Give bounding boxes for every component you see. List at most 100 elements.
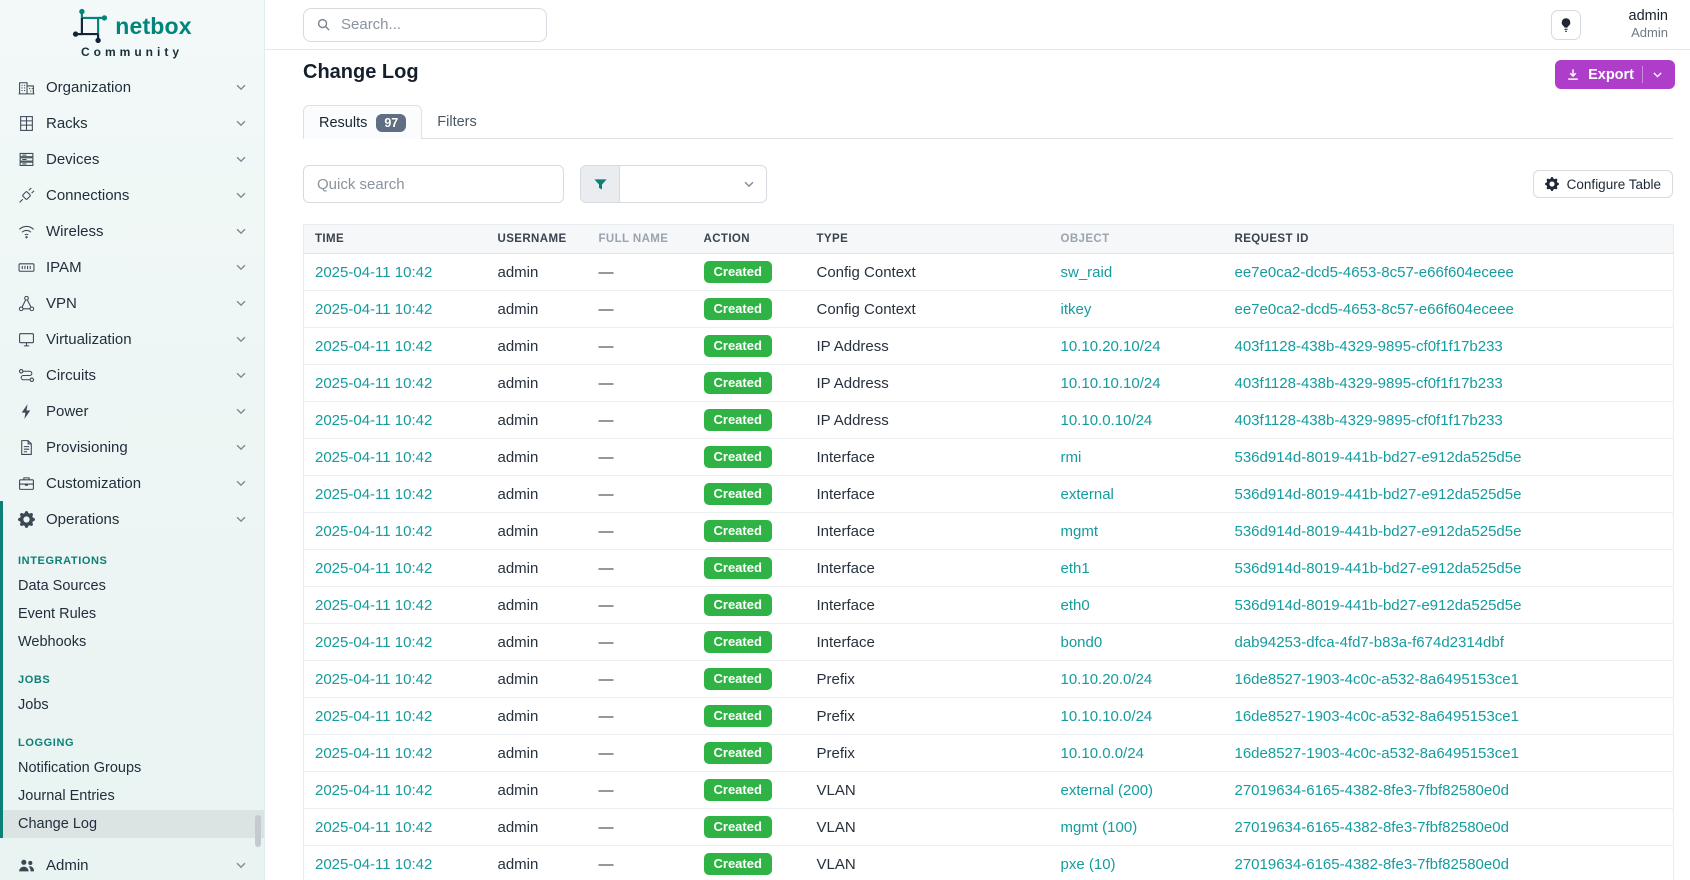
object-link[interactable]: sw_raid [1061, 264, 1113, 281]
sidebar-item-connections[interactable]: Connections [0, 177, 264, 213]
sidebar-item-devices[interactable]: Devices [0, 141, 264, 177]
sidebar-item-admin[interactable]: Admin [0, 847, 264, 880]
object-link[interactable]: 10.10.10.0/24 [1061, 708, 1153, 725]
time-link[interactable]: 2025-04-11 10:42 [315, 634, 432, 651]
time-link[interactable]: 2025-04-11 10:42 [315, 782, 432, 799]
object-link[interactable]: external [1061, 486, 1114, 503]
column-header-request-id[interactable]: REQUEST ID [1224, 225, 1674, 254]
request-id-link[interactable]: 403f1128-438b-4329-9895-cf0f1f17b233 [1235, 375, 1503, 392]
sidebar-item-change-log[interactable]: Change Log [3, 810, 264, 838]
time-link[interactable]: 2025-04-11 10:42 [315, 708, 432, 725]
time-link[interactable]: 2025-04-11 10:42 [315, 819, 432, 836]
time-link[interactable]: 2025-04-11 10:42 [315, 449, 432, 466]
sidebar-item-event-rules[interactable]: Event Rules [3, 600, 264, 628]
column-header-action[interactable]: ACTION [693, 225, 806, 254]
user-menu[interactable]: admin Admin [1629, 8, 1669, 40]
sidebar-item-organization[interactable]: Organization [0, 69, 264, 105]
time-link[interactable]: 2025-04-11 10:42 [315, 338, 432, 355]
column-header-type[interactable]: TYPE [806, 225, 1050, 254]
created-badge: Created [704, 446, 772, 468]
object-link[interactable]: 10.10.10.10/24 [1061, 375, 1161, 392]
request-id-link[interactable]: 27019634-6165-4382-8fe3-7fbf82580e0d [1235, 819, 1509, 836]
time-link[interactable]: 2025-04-11 10:42 [315, 523, 432, 540]
export-button[interactable]: Export [1555, 60, 1675, 89]
sidebar-item-data-sources[interactable]: Data Sources [3, 572, 264, 600]
sidebar-item-circuits[interactable]: Circuits [0, 357, 264, 393]
column-header-username[interactable]: USERNAME [487, 225, 588, 254]
time-link[interactable]: 2025-04-11 10:42 [315, 671, 432, 688]
tab-filters[interactable]: Filters [422, 105, 491, 138]
object-link[interactable]: mgmt [1061, 523, 1099, 540]
request-id-link[interactable]: 27019634-6165-4382-8fe3-7fbf82580e0d [1235, 856, 1509, 873]
filter-funnel-button[interactable] [581, 166, 620, 202]
request-id-link[interactable]: ee7e0ca2-dcd5-4653-8c57-e66f604eceee [1235, 264, 1514, 281]
object-link[interactable]: eth1 [1061, 560, 1090, 577]
object-link[interactable]: 10.10.0.10/24 [1061, 412, 1153, 429]
object-link[interactable]: pxe (10) [1061, 856, 1116, 873]
created-badge-cell: Created [693, 476, 806, 513]
object-link[interactable]: 10.10.20.0/24 [1061, 671, 1153, 688]
table-row: 2025-04-11 10:42admin—CreatedIP Address1… [304, 328, 1674, 365]
chevron-down-icon [234, 476, 248, 490]
global-search-input[interactable] [341, 16, 534, 33]
request-id-link[interactable]: 536d914d-8019-441b-bd27-e912da525d5e [1235, 597, 1522, 614]
sidebar-item-racks[interactable]: Racks [0, 105, 264, 141]
filter-field-select[interactable] [620, 166, 766, 202]
time-link[interactable]: 2025-04-11 10:42 [315, 486, 432, 503]
time-link[interactable]: 2025-04-11 10:42 [315, 745, 432, 762]
request-id-link[interactable]: 536d914d-8019-441b-bd27-e912da525d5e [1235, 560, 1522, 577]
request-id-link[interactable]: 16de8527-1903-4c0c-a532-8a6495153ce1 [1235, 745, 1519, 762]
column-header-time[interactable]: TIME [304, 225, 487, 254]
request-id-link[interactable]: 403f1128-438b-4329-9895-cf0f1f17b233 [1235, 338, 1503, 355]
time-link[interactable]: 2025-04-11 10:42 [315, 301, 432, 318]
time-link[interactable]: 2025-04-11 10:42 [315, 412, 432, 429]
request-id-link[interactable]: 536d914d-8019-441b-bd27-e912da525d5e [1235, 449, 1522, 466]
object-link[interactable]: external (200) [1061, 782, 1154, 799]
column-header-full-name[interactable]: FULL NAME [588, 225, 693, 254]
time-link[interactable]: 2025-04-11 10:42 [315, 264, 432, 281]
sidebar-item-power[interactable]: Power [0, 393, 264, 429]
request-id-link[interactable]: 16de8527-1903-4c0c-a532-8a6495153ce1 [1235, 671, 1519, 688]
object-link[interactable]: 10.10.20.10/24 [1061, 338, 1161, 355]
sidebar-item-customization[interactable]: Customization [0, 465, 264, 501]
sidebar-item-virtualization[interactable]: Virtualization [0, 321, 264, 357]
quick-search-input[interactable] [303, 165, 564, 203]
object-link[interactable]: itkey [1061, 301, 1092, 318]
object-link[interactable]: eth0 [1061, 597, 1090, 614]
notifications-bell-icon[interactable] [1595, 15, 1615, 35]
request-id-link[interactable]: 403f1128-438b-4329-9895-cf0f1f17b233 [1235, 412, 1503, 429]
time-link[interactable]: 2025-04-11 10:42 [315, 560, 432, 577]
request-id-link[interactable]: ee7e0ca2-dcd5-4653-8c57-e66f604eceee [1235, 301, 1514, 318]
object-link[interactable]: bond0 [1061, 634, 1103, 651]
sidebar-item-webhooks[interactable]: Webhooks [3, 628, 264, 656]
time-link-cell: 2025-04-11 10:42 [304, 365, 487, 402]
request-id-link[interactable]: dab94253-dfca-4fd7-b83a-f674d2314dbf [1235, 634, 1504, 651]
column-header-object[interactable]: OBJECT [1050, 225, 1224, 254]
object-link[interactable]: 10.10.0.0/24 [1061, 745, 1144, 762]
sidebar-item-ipam[interactable]: IPAM [0, 249, 264, 285]
sidebar-item-operations[interactable]: Operations [3, 501, 264, 537]
tab-results[interactable]: Results 97 [303, 105, 422, 139]
global-search[interactable] [303, 8, 547, 42]
time-link[interactable]: 2025-04-11 10:42 [315, 375, 432, 392]
configure-table-button[interactable]: Configure Table [1533, 170, 1673, 198]
sidebar-item-jobs[interactable]: Jobs [3, 691, 264, 719]
sidebar-item-wireless[interactable]: Wireless [0, 213, 264, 249]
object-link-cell: mgmt (100) [1050, 809, 1224, 846]
sidebar-item-vpn[interactable]: VPN [0, 285, 264, 321]
time-link[interactable]: 2025-04-11 10:42 [315, 597, 432, 614]
request-id-link[interactable]: 536d914d-8019-441b-bd27-e912da525d5e [1235, 523, 1522, 540]
object-link[interactable]: rmi [1061, 449, 1082, 466]
brand-name: netbox [115, 13, 192, 40]
object-link[interactable]: mgmt (100) [1061, 819, 1138, 836]
theme-toggle-button[interactable] [1551, 10, 1581, 40]
sidebar-item-provisioning[interactable]: Provisioning [0, 429, 264, 465]
sidebar-item-journal-entries[interactable]: Journal Entries [3, 782, 264, 810]
time-link[interactable]: 2025-04-11 10:42 [315, 856, 432, 873]
sidebar-item-notification-groups[interactable]: Notification Groups [3, 754, 264, 782]
sidebar-scrollbar-thumb[interactable] [255, 815, 261, 847]
request-id-link[interactable]: 16de8527-1903-4c0c-a532-8a6495153ce1 [1235, 708, 1519, 725]
request-id-link[interactable]: 27019634-6165-4382-8fe3-7fbf82580e0d [1235, 782, 1509, 799]
full-name-cell: — [599, 819, 614, 836]
request-id-link[interactable]: 536d914d-8019-441b-bd27-e912da525d5e [1235, 486, 1522, 503]
